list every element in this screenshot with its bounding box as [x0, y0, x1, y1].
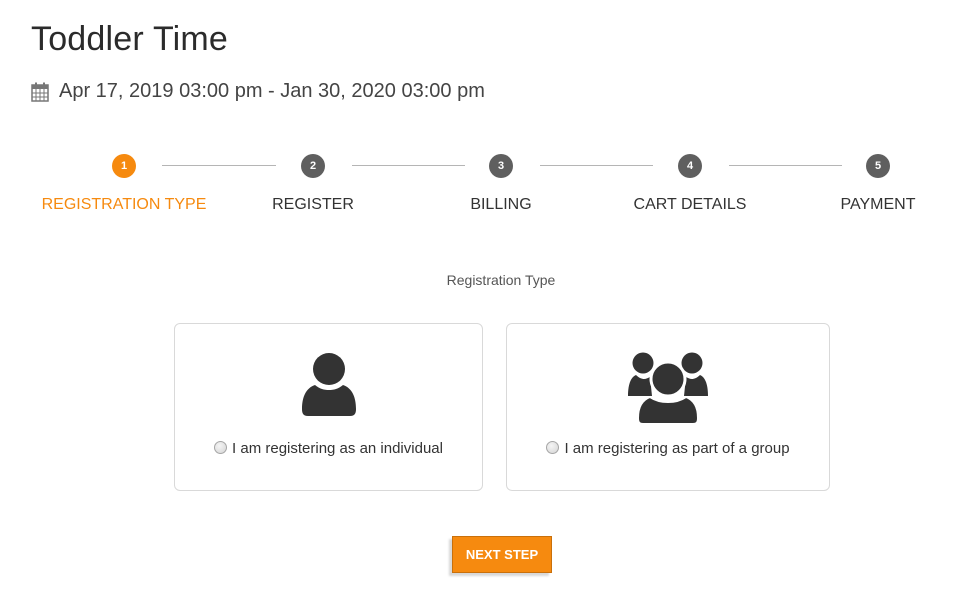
step-number-badge: 3 [489, 154, 513, 178]
individual-option[interactable]: I am registering as an individual [175, 440, 482, 457]
user-icon [301, 353, 356, 416]
step-label: REGISTRATION TYPE [41, 196, 207, 213]
individual-option-card[interactable]: I am registering as an individual [174, 323, 483, 491]
step-label: CART DETAILS [633, 196, 747, 213]
event-title: Toddler Time [31, 20, 229, 58]
group-option-label: I am registering as part of a group [564, 440, 790, 457]
registration-steps: 1 REGISTRATION TYPE 2 REGISTER 3 BILLING… [30, 150, 942, 230]
step-registration-type[interactable]: 1 REGISTRATION TYPE [29, 150, 219, 214]
group-radio[interactable] [546, 441, 560, 454]
step-number-badge: 1 [112, 154, 136, 178]
individual-radio[interactable] [214, 441, 228, 454]
step-payment[interactable]: 5 PAYMENT [783, 150, 972, 214]
step-cart-details[interactable]: 4 CART DETAILS [595, 150, 785, 214]
step-label: BILLING [470, 196, 532, 213]
step-label: REGISTER [272, 196, 354, 213]
step-number-badge: 4 [678, 154, 702, 178]
step-number-badge: 5 [866, 154, 890, 178]
step-register[interactable]: 2 REGISTER [218, 150, 408, 214]
event-date-row: Apr 17, 2019 03:00 pm - Jan 30, 2020 03:… [31, 80, 485, 103]
group-option-card[interactable]: I am registering as part of a group [506, 323, 830, 491]
event-date-range: Apr 17, 2019 03:00 pm - Jan 30, 2020 03:… [59, 80, 485, 102]
users-group-icon [628, 352, 708, 424]
step-number-badge: 2 [301, 154, 325, 178]
registration-type-heading: Registration Type [446, 272, 556, 288]
individual-option-label: I am registering as an individual [232, 440, 443, 457]
next-step-button[interactable]: NEXT STEP [452, 536, 552, 573]
step-billing[interactable]: 3 BILLING [406, 150, 596, 214]
calendar-icon [31, 82, 49, 102]
step-label: PAYMENT [840, 196, 916, 213]
group-option[interactable]: I am registering as part of a group [507, 440, 829, 457]
